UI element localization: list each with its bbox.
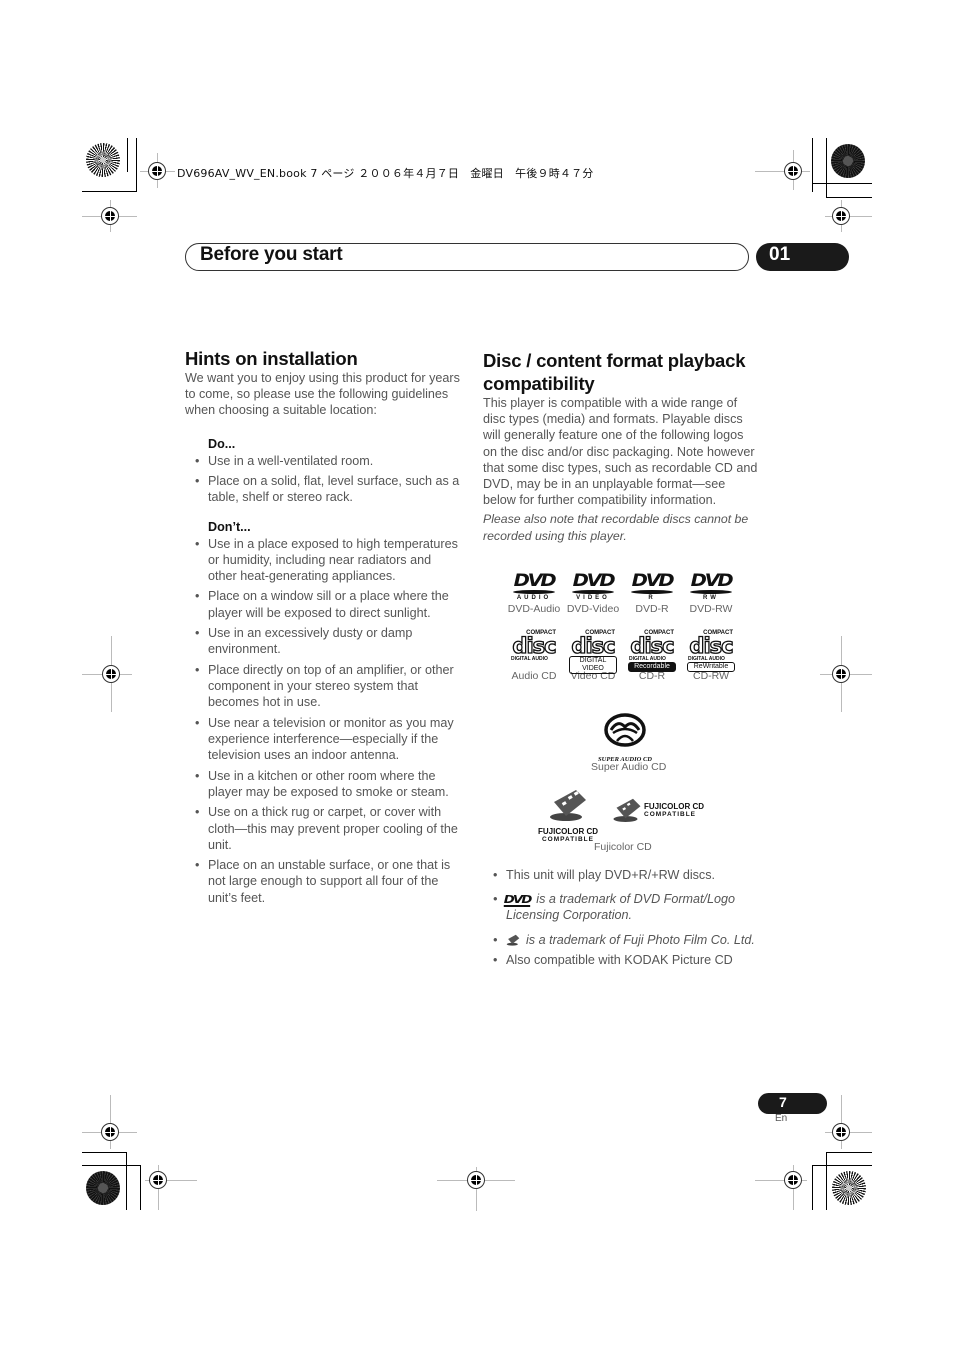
logo-caption: Fujicolor CD [594, 841, 652, 853]
logo-caption: Super Audio CD [591, 761, 667, 773]
registration-mark-icon [101, 207, 119, 225]
fujicolor-film-icon [550, 790, 586, 821]
crop-mark [812, 1165, 813, 1210]
do-label: Do... [208, 436, 236, 451]
registration-mark-icon [148, 162, 166, 180]
compatibility-notes: This unit will play DVD+R/+RW discs. DVD… [483, 867, 773, 973]
audio-cd-logo: COMPACT disc DIGITAL AUDIO Audio CD [505, 630, 563, 682]
logo-caption: DVD-RW [689, 603, 733, 615]
crop-mark [82, 191, 137, 192]
list-item: Use in a kitchen or other room where the… [185, 768, 460, 800]
fujicolor-cd-logo-inline: FUJICOLOR CD COMPATIBLE [612, 797, 712, 823]
dvd-r-logo: DVD R DVD-R [623, 573, 681, 615]
list-item: Use on a thick rug or carpet, or cover w… [185, 804, 460, 853]
fujicolor-film-icon [506, 934, 520, 946]
do-list: Use in a well-ventilated room. Place on … [185, 453, 460, 506]
list-item: Also compatible with KODAK Picture CD [483, 952, 773, 968]
registration-starburst-icon [86, 143, 120, 177]
dvd-video-logo: DVD VIDEO DVD-Video [564, 571, 622, 616]
crop-mark [126, 1152, 127, 1210]
logo-caption: DVD-R [635, 603, 669, 615]
dvd-audio-logo: DVD AUDIO DVD-Audio [505, 571, 563, 616]
crop-mark [826, 197, 872, 198]
fujicolor-film-icon [613, 798, 641, 822]
fujicolor-cd-logo-stacked: FUJICOLOR CD COMPATIBLE [537, 788, 599, 843]
crop-mark [812, 183, 872, 184]
registration-mark-icon [832, 665, 850, 683]
list-item: Use in an excessively dusty or damp envi… [185, 625, 460, 657]
list-item: Use near a television or monitor as you … [185, 715, 460, 764]
dont-label: Don’t... [208, 519, 251, 534]
note-paragraph: Please also note that recordable discs c… [483, 512, 749, 543]
cd-rw-logo: COMPACT disc DIGITAL AUDIO ReWritable CD… [682, 630, 740, 682]
list-item: Place on an unstable surface, or one tha… [185, 857, 460, 906]
registration-mark-icon [102, 665, 120, 683]
crop-mark [82, 1165, 141, 1166]
list-item: DVDis a trademark of DVD Format/Logo Lic… [483, 891, 773, 923]
section-heading: Disc / content format playback compatibi… [483, 350, 746, 394]
registration-mark-icon [832, 1123, 850, 1141]
chapter-number: 01 [769, 244, 791, 265]
dvd-rw-logo: DVD RW DVD-RW [682, 571, 740, 616]
registration-mark-icon [149, 1171, 167, 1189]
list-item: Use in a well-ventilated room. [185, 453, 460, 469]
registration-starburst-icon [86, 1171, 120, 1205]
cd-r-logo: COMPACT disc DIGITAL AUDIO Recordable CD… [623, 630, 681, 682]
list-item: Place directly on top of an amplifier, o… [185, 662, 460, 711]
page-number-badge [758, 1093, 827, 1114]
dvd-logo-icon: DVD VIDEO [572, 571, 616, 601]
logo-caption: Audio CD [511, 670, 557, 682]
section-heading: Hints on installation [185, 348, 358, 369]
print-header: DV696AV_WV_EN.book 7 ページ ２００６年４月７日 金曜日 午… [177, 167, 594, 180]
registration-starburst-icon [831, 144, 865, 178]
logo-caption: DVD-Audio [507, 603, 561, 615]
list-item: Place on a window sill or a place where … [185, 588, 460, 620]
compatibility-section: Disc / content format playback compatibi… [483, 349, 758, 544]
crop-mark [82, 1152, 127, 1153]
intro-paragraph: We want you to enjoy using this product … [185, 371, 460, 418]
crop-mark [826, 1152, 827, 1210]
dvd-logo-icon: DVD AUDIO [513, 571, 557, 601]
logo-caption: DVD-Video [566, 603, 620, 615]
dvd-logo-icon: DVD RW [690, 571, 734, 601]
registration-mark-icon [832, 207, 850, 225]
disc-logo-grid: DVD AUDIO DVD-Audio DVD VIDEO DVD-Video … [505, 573, 755, 682]
hints-section: Hints on installation We want you to enj… [185, 347, 460, 910]
list-item: Use in a place exposed to high temperatu… [185, 536, 460, 585]
list-item: Place on a solid, flat, level surface, s… [185, 473, 460, 505]
compact-disc-logo-icon: COMPACT disc DIGITAL AUDIO ReWritable [687, 630, 735, 672]
video-cd-logo: COMPACT disc DIGITAL VIDEO Video CD [564, 630, 622, 682]
list-item: This unit will play DVD+R/+RW discs. [483, 867, 773, 883]
intro-paragraph: This player is compatible with a wide ra… [483, 396, 758, 508]
crop-mark [136, 138, 137, 192]
page-language: En [775, 1113, 788, 1124]
compact-disc-logo-icon: COMPACT disc DIGITAL AUDIO Recordable [628, 630, 676, 672]
super-audio-cd-logo: SUPER AUDIO CD [595, 713, 655, 763]
crop-mark [140, 1165, 141, 1210]
compact-disc-logo-icon: COMPACT disc DIGITAL VIDEO [568, 630, 618, 674]
crop-mark [127, 138, 128, 172]
dvd-logo-icon: DVD R [631, 571, 675, 601]
sacd-emblem-icon [604, 713, 646, 747]
dont-list: Use in a place exposed to high temperatu… [185, 536, 460, 906]
registration-mark-icon [784, 162, 802, 180]
page-number: 7 [779, 1094, 787, 1110]
chapter-title: Before you start [200, 244, 343, 265]
dvd-logo-row: DVD AUDIO DVD-Audio DVD VIDEO DVD-Video … [505, 571, 755, 616]
dvd-logo-icon: DVD [503, 893, 532, 908]
compact-disc-logo-icon: COMPACT disc DIGITAL AUDIO [511, 630, 557, 662]
registration-mark-icon [101, 1123, 119, 1141]
cd-logo-row: COMPACT disc DIGITAL AUDIO Audio CD COMP… [505, 630, 755, 682]
crop-mark [826, 1152, 872, 1153]
registration-mark-icon [467, 1171, 485, 1189]
list-item: is a trademark of Fuji Photo Film Co. Lt… [483, 932, 773, 948]
registration-starburst-icon [832, 1171, 866, 1205]
crop-mark [826, 138, 827, 198]
registration-mark-icon [784, 1171, 802, 1189]
crop-mark [812, 1165, 872, 1166]
